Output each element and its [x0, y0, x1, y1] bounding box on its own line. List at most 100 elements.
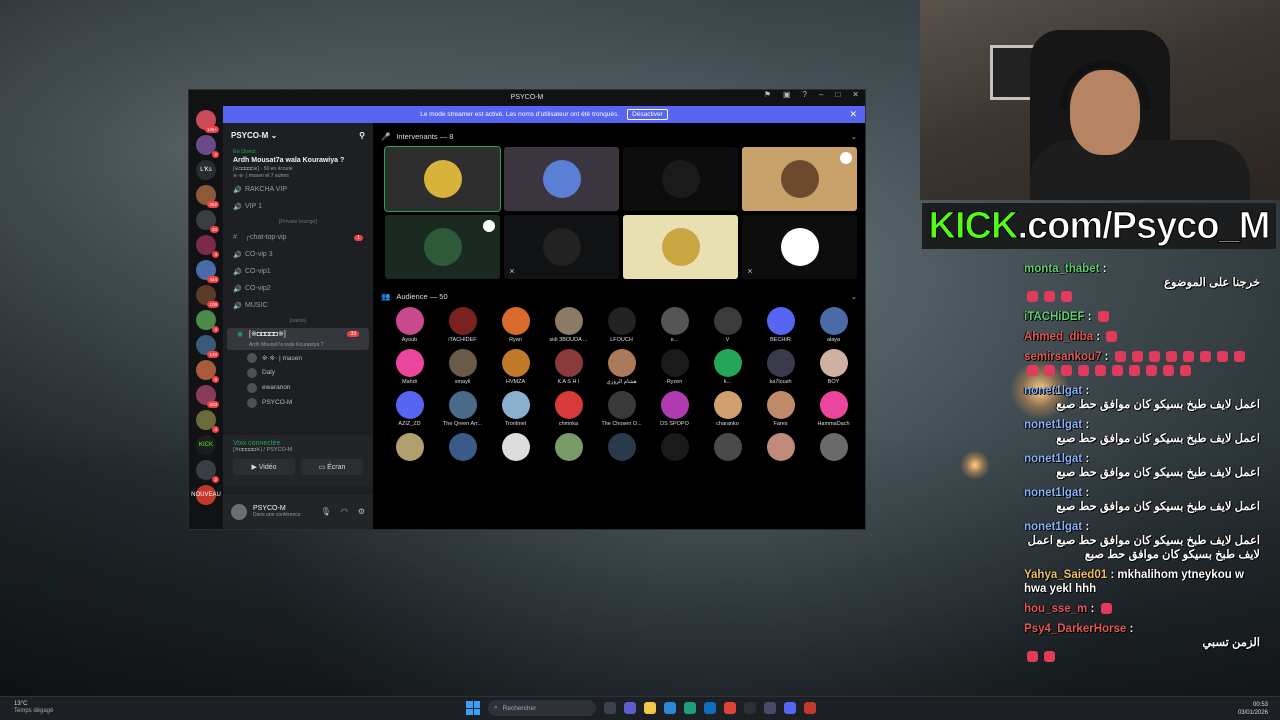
chat-username[interactable]: monta_thabet: [1024, 263, 1099, 275]
active-stage-channel[interactable]: ◉ [※◘◘◘◘◘※] 33 Ardh Mousat7a wala Kouraw…: [227, 328, 369, 350]
audience-member[interactable]: Ayoub: [383, 307, 436, 343]
audience-member[interactable]: [489, 433, 542, 463]
audience-member[interactable]: [648, 433, 701, 463]
video-button[interactable]: ▶ Vidéo: [233, 459, 295, 475]
audience-member[interactable]: ka7loush: [754, 349, 807, 385]
channel-category[interactable]: [Private lounge]: [223, 215, 373, 229]
chat-username[interactable]: nonet1lgat: [1024, 521, 1082, 533]
channel-category[interactable]: [salon]: [223, 314, 373, 328]
audience-member[interactable]: charanko: [701, 391, 754, 427]
weather-widget[interactable]: 13°C Temps dégagé: [14, 701, 53, 715]
audience-member[interactable]: chmnka: [542, 391, 595, 427]
channel-voice[interactable]: 🔊 CO-vip2: [223, 280, 373, 297]
audience-member[interactable]: BECHIR: [754, 307, 807, 343]
server-icon[interactable]: NOUVEAU: [191, 485, 221, 505]
server-icon[interactable]: 6: [196, 360, 219, 383]
server-icon[interactable]: 2: [196, 460, 219, 483]
search-box[interactable]: ⌕ Rechercher: [488, 700, 596, 716]
audience-member[interactable]: The Chosen O...: [595, 391, 648, 427]
speaker-tile[interactable]: [742, 147, 857, 211]
chrome-icon[interactable]: [724, 702, 736, 714]
chat-username[interactable]: Psy4_DarkerHorse: [1024, 623, 1126, 635]
speaker-tile[interactable]: ⨯: [623, 215, 738, 279]
audience-member[interactable]: BOY: [807, 349, 860, 385]
explorer-icon[interactable]: [644, 702, 656, 714]
audience-member[interactable]: Fares: [754, 391, 807, 427]
close-button[interactable]: ✕: [852, 90, 859, 99]
audience-header[interactable]: 👥 Audience — 50 ⌄: [381, 285, 857, 307]
audience-member[interactable]: e...: [648, 307, 701, 343]
speaker-tile[interactable]: ⨯: [742, 215, 857, 279]
stage-member[interactable]: Daly: [223, 365, 373, 380]
screen-icon[interactable]: ▣: [783, 90, 791, 99]
audience-member[interactable]: [701, 433, 754, 463]
close-icon[interactable]: ✕: [849, 109, 857, 120]
server-icon[interactable]: 262: [196, 185, 219, 208]
stage-member[interactable]: ewaranon: [223, 380, 373, 395]
channel-voice[interactable]: 🔊 CO-vip1: [223, 263, 373, 280]
chat-username[interactable]: semirsankou7: [1024, 351, 1101, 363]
obs-icon[interactable]: [744, 702, 756, 714]
server-icon[interactable]: 603: [196, 385, 219, 408]
disable-streamer-button[interactable]: Désactiver: [627, 109, 668, 120]
chat-username[interactable]: nonet1lgat: [1024, 487, 1082, 499]
discord-icon[interactable]: [784, 702, 796, 714]
channel-voice[interactable]: 🔊 RAKCHA VIP: [223, 181, 373, 198]
audience-member[interactable]: AZIZ_ZD: [383, 391, 436, 427]
server-icon[interactable]: 146+: [196, 110, 219, 133]
avatar[interactable]: [231, 503, 247, 520]
audience-member[interactable]: Mahdi: [383, 349, 436, 385]
channel-text[interactable]: # ┌chat-top-vip 1: [223, 229, 373, 246]
channel-voice[interactable]: 🔊 VIP 1: [223, 198, 373, 215]
chat-username[interactable]: nonet1lgat: [1024, 453, 1082, 465]
audience-member[interactable]: DS SPOPO: [648, 391, 701, 427]
chevron-down-icon[interactable]: ⌄: [851, 292, 857, 301]
store-icon[interactable]: [664, 702, 676, 714]
server-icon[interactable]: 444: [196, 260, 219, 283]
audience-member[interactable]: K A S H I: [542, 349, 595, 385]
add-user-icon[interactable]: ⚲: [359, 131, 365, 140]
inbox-icon[interactable]: ⚑: [764, 90, 771, 99]
audience-member[interactable]: هشام الزوزي: [595, 349, 648, 385]
chat-username[interactable]: iTACHiDEF: [1024, 311, 1084, 323]
server-icon[interactable]: L'Ks: [196, 160, 216, 180]
mail-icon[interactable]: [704, 702, 716, 714]
screen-share-button[interactable]: ▭ Écran: [301, 459, 363, 475]
app-icon[interactable]: [804, 702, 816, 714]
server-icon[interactable]: KICK: [196, 435, 216, 455]
chat-username[interactable]: nonet1lgat: [1024, 385, 1082, 397]
server-icon[interactable]: 4: [196, 310, 219, 333]
guild-header[interactable]: PSYCO-M ⌄ ⚲: [223, 123, 373, 147]
audience-member[interactable]: [542, 433, 595, 463]
teams-icon[interactable]: [624, 702, 636, 714]
live-event[interactable]: En Direct Ardh Mousat7a wala Kourawiya ?…: [223, 147, 373, 181]
audience-member[interactable]: Trontinet: [489, 391, 542, 427]
server-icon[interactable]: 140: [196, 335, 219, 358]
clock[interactable]: 00:53 03/01/2026: [1238, 701, 1268, 717]
stage-member[interactable]: PSYCO-M: [223, 395, 373, 410]
start-button[interactable]: [466, 701, 480, 715]
server-icon[interactable]: 2: [196, 135, 219, 158]
audience-member[interactable]: alaya: [807, 307, 860, 343]
audience-member[interactable]: V: [701, 307, 754, 343]
audience-member[interactable]: HVMZA: [489, 349, 542, 385]
audience-member[interactable]: [595, 433, 648, 463]
chat-username[interactable]: nonet1lgat: [1024, 419, 1082, 431]
audience-member[interactable]: LFOUCH: [595, 307, 648, 343]
channel-voice[interactable]: 🔊 CO-vip 3: [223, 246, 373, 263]
speaker-tile[interactable]: ⨯: [504, 215, 619, 279]
audience-member[interactable]: [807, 433, 860, 463]
headset-icon[interactable]: ◠: [341, 507, 348, 516]
channel-voice[interactable]: 🔊 MUSIC: [223, 297, 373, 314]
task-view-icon[interactable]: [604, 702, 616, 714]
gear-icon[interactable]: ⚙: [358, 507, 365, 516]
server-icon[interactable]: 4: [196, 235, 219, 258]
speaker-tile[interactable]: [623, 147, 738, 211]
maximize-button[interactable]: □: [835, 90, 840, 99]
speaker-tile[interactable]: [385, 215, 500, 279]
app-icon[interactable]: [764, 702, 776, 714]
chat-username[interactable]: Ahmed_diba: [1024, 331, 1093, 343]
speakers-header[interactable]: 🎤 Intervenants — 8 ⌄: [381, 125, 857, 147]
chat-username[interactable]: Yahya_Saied01: [1024, 569, 1107, 581]
audience-member[interactable]: The Qreen Arr...: [436, 391, 489, 427]
